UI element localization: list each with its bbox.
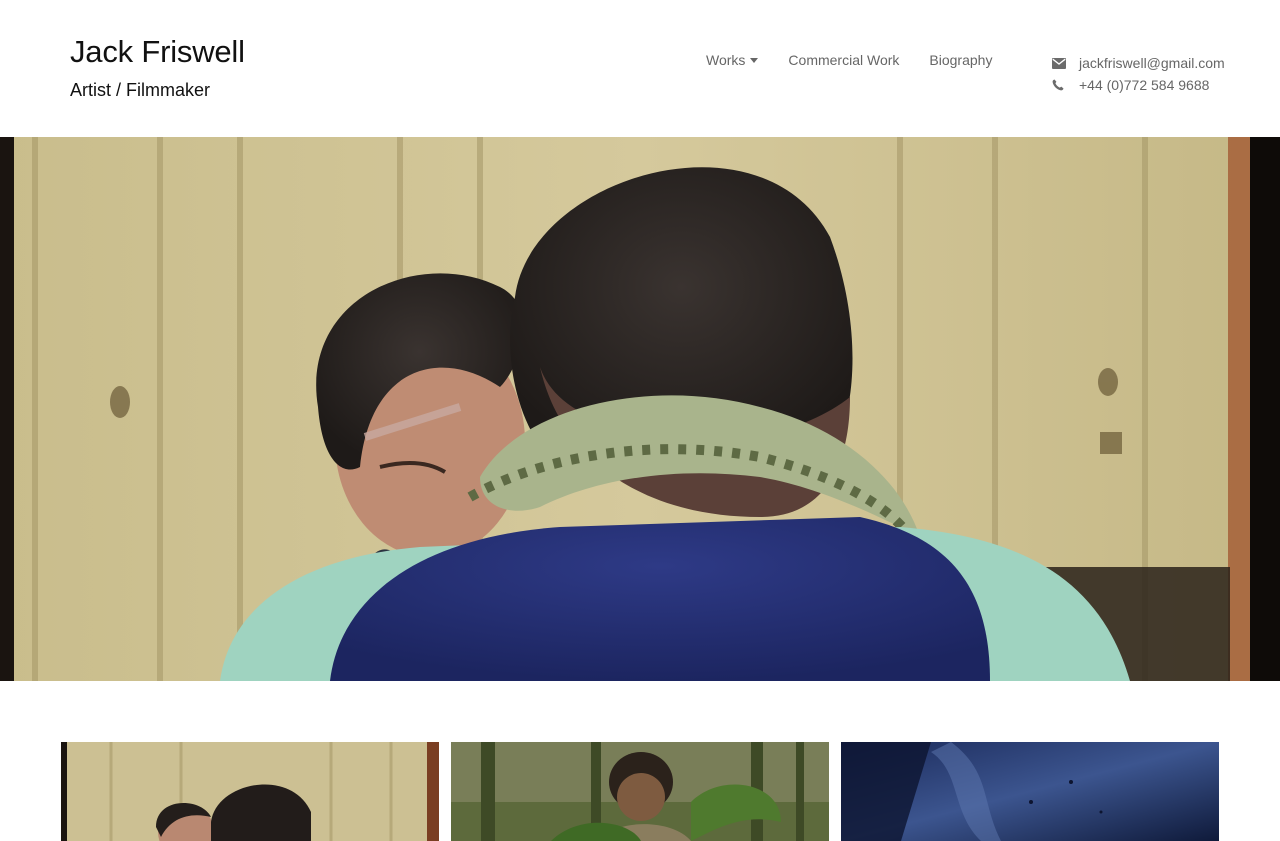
nav-item-label: Biography	[929, 52, 993, 68]
hero-film-still	[0, 137, 1280, 681]
caret-down-icon	[750, 58, 759, 63]
nav-item-label: Commercial Work	[788, 52, 900, 68]
thumbnail-grid	[61, 742, 1219, 841]
thumbnail-card[interactable]	[61, 742, 439, 841]
contact-phone-row: +44 (0)772 584 9688	[1052, 74, 1225, 96]
contact-info: jackfriswell@gmail.com +44 (0)772 584 96…	[1052, 52, 1225, 96]
email-link[interactable]: jackfriswell@gmail.com	[1079, 55, 1225, 71]
main-nav: Works Commercial Work Biography	[706, 51, 1022, 69]
phone-link[interactable]: +44 (0)772 584 9688	[1079, 77, 1209, 93]
thumbnail-card[interactable]	[841, 742, 1219, 841]
thumbnail-image	[451, 742, 829, 841]
phone-icon	[1052, 79, 1079, 91]
brand: Jack Friswell Artist / Filmmaker	[70, 34, 245, 101]
envelope-icon	[1052, 57, 1079, 69]
thumbnail-card[interactable]	[451, 742, 829, 841]
nav-item-works[interactable]: Works	[706, 51, 759, 69]
contact-email-row: jackfriswell@gmail.com	[1052, 52, 1225, 74]
nav-item-commercial-work[interactable]: Commercial Work	[788, 51, 899, 69]
hero-image	[0, 137, 1280, 681]
nav-item-label: Works	[706, 52, 746, 68]
site-title[interactable]: Jack Friswell	[70, 34, 245, 70]
thumbnail-image	[61, 742, 439, 841]
nav-item-biography[interactable]: Biography	[929, 51, 992, 69]
thumbnail-image	[841, 742, 1219, 841]
site-header: Jack Friswell Artist / Filmmaker Works C…	[0, 0, 1280, 137]
site-subtitle: Artist / Filmmaker	[70, 80, 211, 100]
